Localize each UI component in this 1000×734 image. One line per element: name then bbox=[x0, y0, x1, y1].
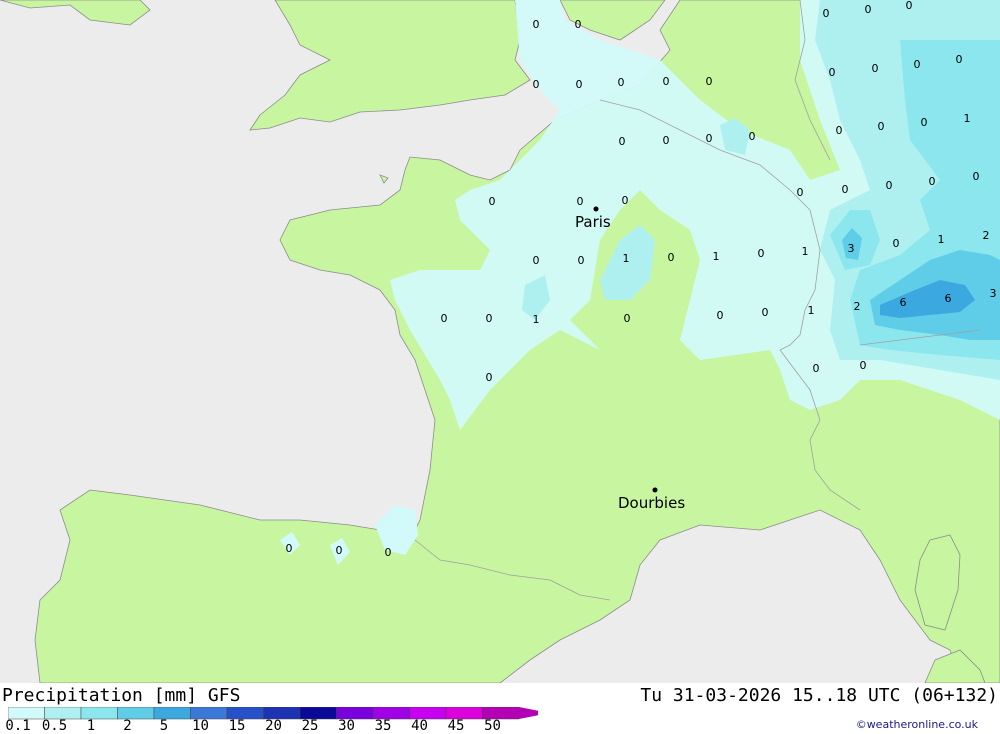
value-label: 0 bbox=[622, 194, 629, 207]
value-label: 2 bbox=[983, 229, 990, 242]
scale-label: 15 bbox=[228, 718, 246, 734]
city-dot-dourbies bbox=[652, 487, 658, 493]
city-label-paris: Paris bbox=[575, 213, 611, 231]
value-label: 0 bbox=[956, 53, 963, 66]
value-label: 0 bbox=[286, 542, 293, 555]
scale-label: 10 bbox=[192, 718, 209, 734]
value-label: 0 bbox=[624, 312, 631, 325]
legend-bar: Precipitation [mm] GFS Tu 31-03-2026 15.… bbox=[0, 683, 1000, 734]
value-label: 1 bbox=[623, 252, 630, 265]
value-label: 0 bbox=[860, 359, 867, 372]
value-label: 0 bbox=[668, 251, 675, 264]
value-label: 0 bbox=[836, 124, 843, 137]
value-label: 0 bbox=[575, 18, 582, 31]
value-label: 0 bbox=[872, 62, 879, 75]
value-label: 0 bbox=[578, 254, 585, 267]
legend-datetime: Tu 31-03-2026 15..18 UTC (06+132) bbox=[640, 685, 998, 706]
scale-label: 45 bbox=[447, 718, 465, 734]
scale-label: 25 bbox=[301, 718, 319, 734]
value-label: 0 bbox=[486, 371, 493, 384]
value-label: 0 bbox=[385, 546, 392, 559]
value-label: 2 bbox=[854, 300, 861, 313]
value-label: 0 bbox=[533, 18, 540, 31]
precipitation-map: 0 0 0 0 0 0 0 0 0 0 0 0 0 0 1 0 0 0 0 0 … bbox=[0, 0, 1000, 683]
scale-label: 5 bbox=[159, 718, 169, 734]
value-label: 0 bbox=[577, 195, 584, 208]
value-label: 0 bbox=[758, 247, 765, 260]
value-label: 1 bbox=[808, 304, 815, 317]
value-label: 0 bbox=[533, 78, 540, 91]
scale-label: 2 bbox=[123, 718, 132, 734]
value-label: 0 bbox=[886, 179, 893, 192]
city-dot-paris bbox=[593, 206, 599, 212]
value-label: 6 bbox=[900, 296, 907, 309]
scale-arrow-icon bbox=[519, 707, 538, 719]
value-label: 0 bbox=[921, 116, 928, 129]
scale-label: 1 bbox=[86, 718, 96, 734]
value-label: 0 bbox=[823, 7, 830, 20]
scale-label: 0.5 bbox=[41, 718, 68, 734]
scale-label: 40 bbox=[411, 718, 428, 734]
value-label: 0 bbox=[663, 134, 670, 147]
value-label: 0 bbox=[576, 78, 583, 91]
value-label: 3 bbox=[990, 287, 997, 300]
value-label: 0 bbox=[829, 66, 836, 79]
legend-title: Precipitation [mm] GFS bbox=[2, 685, 241, 706]
scale-label: 0.1 bbox=[5, 718, 31, 734]
value-label: 0 bbox=[336, 544, 343, 557]
value-label: 0 bbox=[489, 195, 496, 208]
value-label: 1 bbox=[802, 245, 809, 258]
value-label: 0 bbox=[813, 362, 820, 375]
value-label: 0 bbox=[865, 3, 872, 16]
value-label: 0 bbox=[797, 186, 804, 199]
value-label: 0 bbox=[906, 0, 913, 12]
scale-label: 30 bbox=[338, 718, 355, 734]
value-label: 0 bbox=[973, 170, 980, 183]
value-label: 0 bbox=[618, 76, 625, 89]
value-label: 0 bbox=[914, 58, 921, 71]
value-label: 0 bbox=[893, 237, 900, 250]
value-label: 0 bbox=[706, 75, 713, 88]
value-label: 0 bbox=[749, 130, 756, 143]
value-label: 0 bbox=[486, 312, 493, 325]
value-label: 0 bbox=[706, 132, 713, 145]
scale-label: 50 bbox=[484, 718, 501, 734]
credit-link[interactable]: ©weatheronline.co.uk bbox=[856, 718, 978, 731]
value-label: 1 bbox=[533, 313, 540, 326]
value-label: 0 bbox=[842, 183, 849, 196]
value-label: 0 bbox=[441, 312, 448, 325]
value-label: 0 bbox=[762, 306, 769, 319]
value-label: 6 bbox=[945, 292, 952, 305]
value-label: 1 bbox=[713, 250, 720, 263]
value-label: 0 bbox=[929, 175, 936, 188]
value-label: 0 bbox=[878, 120, 885, 133]
value-label: 0 bbox=[663, 75, 670, 88]
value-label: 3 bbox=[848, 242, 855, 255]
value-label: 0 bbox=[533, 254, 540, 267]
value-label: 0 bbox=[717, 309, 724, 322]
value-label: 1 bbox=[938, 233, 945, 246]
scale-label: 35 bbox=[374, 718, 392, 734]
scale-label: 20 bbox=[265, 718, 282, 734]
value-label: 1 bbox=[964, 112, 971, 125]
value-label: 0 bbox=[619, 135, 626, 148]
city-label-dourbies: Dourbies bbox=[618, 494, 685, 512]
